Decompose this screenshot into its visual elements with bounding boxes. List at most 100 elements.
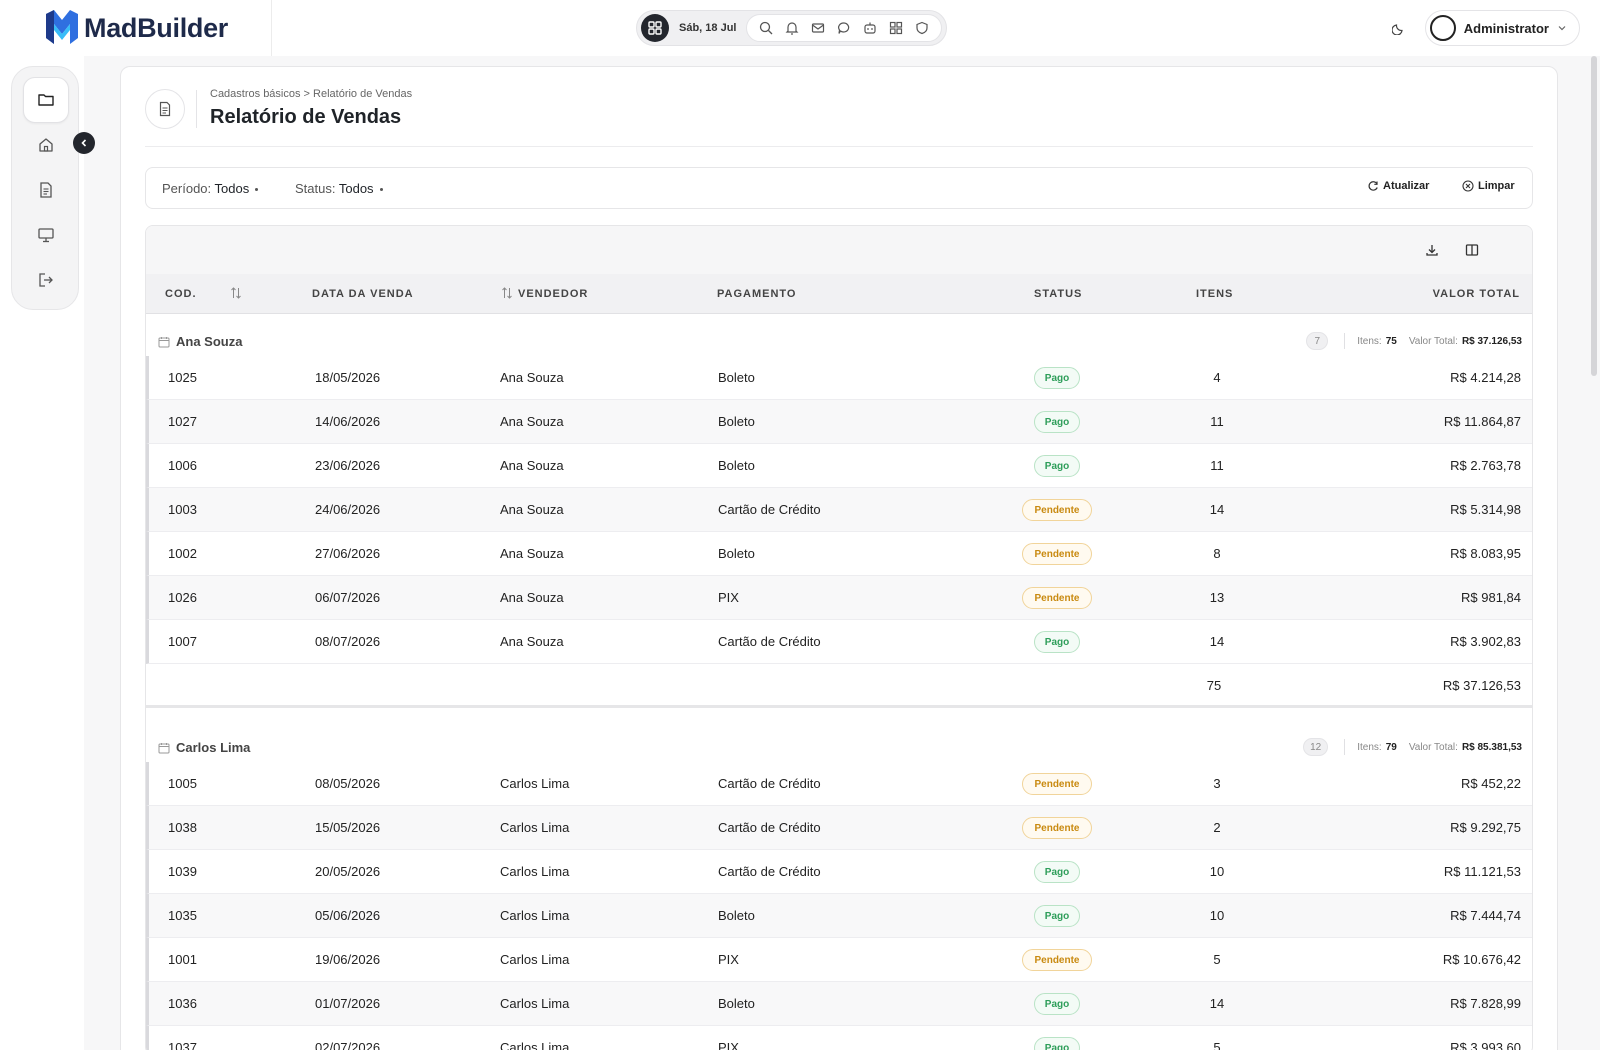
cell-date: 23/06/2026	[315, 458, 381, 473]
chat-icon[interactable]	[831, 15, 857, 41]
table-row[interactable]: 1007 08/07/2026 Ana Souza Cartão de Crédito…	[146, 620, 1532, 664]
logo-icon	[44, 8, 80, 48]
download-icon	[1426, 245, 1438, 256]
group-name: Carlos Lima	[158, 740, 250, 755]
cell-payment: Boleto	[718, 908, 755, 923]
sort-icon[interactable]	[230, 286, 242, 300]
status-badge: Pendente	[1022, 499, 1092, 521]
user-name: Administrator	[1463, 20, 1549, 36]
cell-total: R$ 9.292,75	[1450, 820, 1521, 835]
cell-payment: Cartão de Crédito	[718, 820, 821, 835]
refresh-label: Atualizar	[1383, 180, 1430, 192]
table-row[interactable]: 1026 06/07/2026 Ana Souza PIX Pendente 13 R$ 9…	[146, 576, 1532, 620]
sidebar-item-home[interactable]	[23, 122, 69, 168]
filter-period[interactable]: Período: Todos	[162, 181, 259, 196]
column-header-date[interactable]: DATA DA VENDA	[312, 288, 414, 300]
cell-total: R$ 11.864,87	[1443, 414, 1521, 429]
cell-payment: Cartão de Crédito	[718, 502, 821, 517]
table-row[interactable]: 1038 15/05/2026 Carlos Lima Cartão de Crédi…	[146, 806, 1532, 850]
calendar-icon	[158, 336, 170, 347]
clear-button[interactable]: Limpar	[1462, 180, 1515, 192]
cell-items: 14	[1209, 502, 1225, 517]
sort-icon[interactable]	[501, 286, 513, 300]
column-header-status[interactable]: STATUS	[1034, 288, 1082, 300]
cell-code: 1001	[168, 952, 197, 967]
cell-code: 1025	[168, 370, 197, 385]
user-area: Administrator	[1383, 10, 1580, 46]
cell-date: 08/05/2026	[315, 776, 381, 791]
sidebar-item-logout[interactable]	[23, 257, 69, 303]
grid-icon[interactable]	[883, 15, 909, 41]
table-row[interactable]: 1035 05/06/2026 Carlos Lima Boleto Pago 10 R$ …	[146, 894, 1532, 938]
table-row[interactable]: 1005 08/05/2026 Carlos Lima Cartão de Crédi…	[146, 762, 1532, 806]
group-header[interactable]: Carlos Lima 12 Itens: 79 Valor Total: R$ 85.3…	[146, 732, 1532, 762]
folder-icon	[38, 94, 54, 106]
column-header-items[interactable]: ITENS	[1196, 288, 1233, 300]
status-badge: Pendente	[1022, 817, 1092, 839]
cell-items: 5	[1213, 1040, 1221, 1050]
group-count-badge: 7	[1306, 332, 1329, 350]
apps-button[interactable]	[641, 14, 669, 42]
cell-code: 1036	[168, 996, 197, 1011]
sidebar-item-folder[interactable]	[23, 77, 69, 123]
page-scrollbar[interactable]	[1591, 56, 1597, 376]
shield-icon[interactable]	[909, 15, 935, 41]
group-count-badge: 12	[1303, 738, 1329, 756]
status-badge: Pago	[1034, 905, 1080, 927]
status-badge: Pendente	[1022, 949, 1092, 971]
cell-total: R$ 7.828,99	[1450, 996, 1521, 1011]
table-row[interactable]: 1001 19/06/2026 Carlos Lima PIX Pendente 5 R$ …	[146, 938, 1532, 982]
bot-icon[interactable]	[857, 15, 883, 41]
table-row[interactable]: 1039 20/05/2026 Carlos Lima Cartão de Crédi…	[146, 850, 1532, 894]
bell-icon[interactable]	[779, 15, 805, 41]
group-items-value: 79	[1385, 741, 1397, 753]
column-header-cod[interactable]: COD.	[165, 288, 197, 300]
table-row[interactable]: 1027 14/06/2026 Ana Souza Boleto Pago 11 R$ 11…	[146, 400, 1532, 444]
status-badge: Pago	[1034, 631, 1080, 653]
search-icon[interactable]	[753, 15, 779, 41]
column-header-seller[interactable]: VENDEDOR	[518, 288, 588, 300]
columns-button[interactable]	[1460, 238, 1484, 262]
divider	[1344, 333, 1346, 349]
refresh-button[interactable]: Atualizar	[1367, 180, 1429, 192]
table-row[interactable]: 1003 24/06/2026 Ana Souza Cartão de Crédito…	[146, 488, 1532, 532]
cell-code: 1038	[168, 820, 197, 835]
table-row[interactable]: 1006 23/06/2026 Ana Souza Boleto Pago 11 R$ 2.…	[146, 444, 1532, 488]
sidebar-item-monitor[interactable]	[23, 212, 69, 258]
sidebar-item-reports[interactable]	[23, 167, 69, 213]
moon-icon	[1391, 24, 1403, 35]
table-row[interactable]: 1025 18/05/2026 Ana Souza Boleto Pago 4 R$ 4.2…	[146, 356, 1532, 400]
footer-total: R$ 37.126,53	[1442, 678, 1521, 693]
column-header-total[interactable]: VALOR TOTAL	[1433, 288, 1520, 300]
sidebar-collapse-button[interactable]	[73, 132, 95, 154]
cell-code: 1003	[168, 502, 197, 517]
status-badge: Pendente	[1022, 773, 1092, 795]
logo-area[interactable]: MadBuilder	[0, 0, 272, 56]
cell-date: 19/06/2026	[315, 952, 381, 967]
export-button[interactable]	[1420, 238, 1444, 262]
cell-date: 08/07/2026	[315, 634, 381, 649]
chevron-down-icon	[1558, 26, 1566, 31]
group-name-text: Ana Souza	[176, 334, 243, 349]
group-header[interactable]: Ana Souza 7 Itens: 75 Valor Total: R$ 37.126,…	[146, 326, 1532, 356]
cell-date: 01/07/2026	[315, 996, 381, 1011]
status-badge: Pago	[1034, 411, 1080, 433]
mail-icon[interactable]	[805, 15, 831, 41]
table-row[interactable]: 1037 02/07/2026 Carlos Lima PIX Pago 5 R$ 3.99…	[146, 1026, 1532, 1050]
cell-items: 10	[1209, 864, 1225, 879]
cell-items: 11	[1210, 458, 1224, 473]
filter-status[interactable]: Status: Todos	[295, 181, 383, 196]
logout-icon	[39, 273, 53, 287]
user-menu[interactable]: Administrator	[1424, 10, 1580, 46]
column-header-payment[interactable]: PAGAMENTO	[717, 288, 797, 300]
cell-seller: Carlos Lima	[500, 820, 570, 835]
theme-toggle[interactable]	[1383, 12, 1415, 44]
group-total-value: R$ 85.381,53	[1461, 741, 1522, 753]
status-badge: Pago	[1034, 1037, 1080, 1050]
cell-code: 1005	[168, 776, 197, 791]
cell-total: R$ 10.676,42	[1442, 952, 1521, 967]
close-circle-icon	[1462, 180, 1474, 192]
table-row[interactable]: 1002 27/06/2026 Ana Souza Boleto Pendente 8 R$…	[146, 532, 1532, 576]
cell-payment: Boleto	[718, 458, 755, 473]
table-row[interactable]: 1036 01/07/2026 Carlos Lima Boleto Pago 14 R$ …	[146, 982, 1532, 1026]
